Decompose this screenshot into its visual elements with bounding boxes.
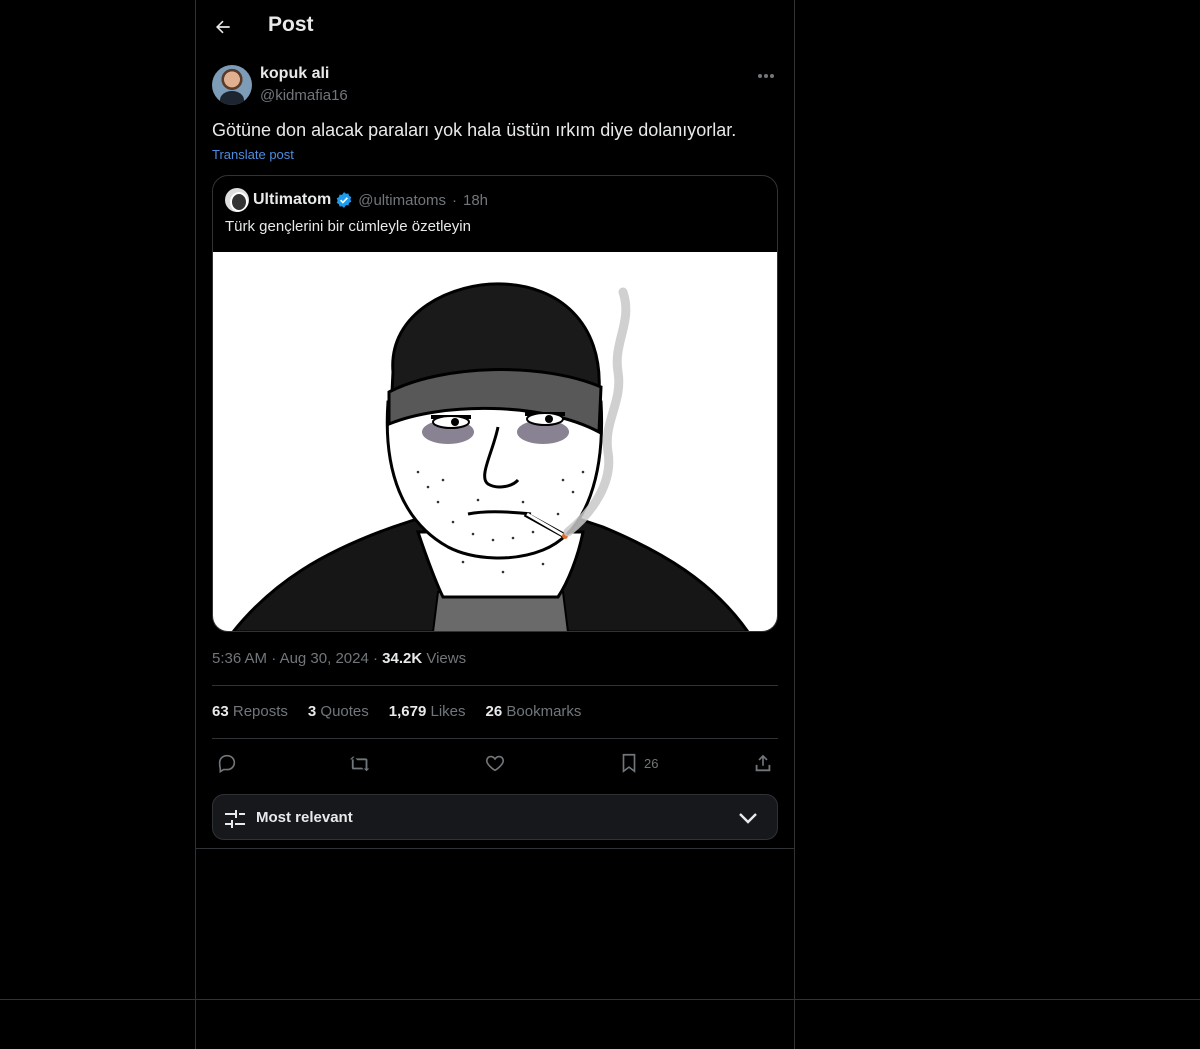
author-name[interactable]: kopuk ali [260, 65, 329, 83]
reply-icon [218, 754, 236, 774]
section-divider [195, 848, 795, 849]
divider [212, 738, 778, 739]
action-bar: 26 [212, 748, 778, 778]
stat-number: 3 [307, 703, 317, 720]
page-title: Post [268, 13, 314, 36]
like-button[interactable] [484, 748, 506, 778]
author-handle[interactable]: @kidmafia16 [260, 87, 348, 104]
stat-label: Quotes [320, 703, 369, 720]
quoted-author-name[interactable]: Ultimatom [253, 191, 331, 209]
more-options-button[interactable] [754, 64, 778, 88]
bookmarks-stat[interactable]: 26 Bookmarks [486, 703, 582, 720]
bookmark-count: 26 [644, 755, 659, 771]
quoted-timestamp[interactable]: 18h [463, 192, 488, 209]
divider [212, 685, 778, 686]
post-date[interactable]: Aug 30, 2024 [280, 650, 369, 667]
back-arrow-icon [216, 20, 230, 34]
bookmark-icon [622, 753, 636, 773]
reply-button[interactable] [216, 748, 238, 778]
share-button[interactable] [752, 748, 774, 778]
page-header: Post [196, 0, 794, 54]
reposts-stat[interactable]: 63 Reposts [212, 703, 288, 720]
sort-label: Most relevant [256, 809, 353, 826]
chevron-down-icon [739, 813, 757, 824]
filter-sliders-icon [225, 810, 245, 828]
stat-label: Bookmarks [506, 703, 582, 720]
heart-icon [485, 755, 505, 772]
share-icon [755, 754, 771, 772]
post-text: Götüne don alacak paraları yok hala üstü… [212, 120, 737, 140]
quoted-author-handle[interactable]: @ultimatoms [358, 192, 446, 209]
quoted-post-header: Ultimatom @ultimatoms · 18h [225, 188, 488, 212]
post-meta: 5:36 AM · Aug 30, 2024 · 34.2K Views [212, 650, 466, 667]
quoted-post-image[interactable] [213, 252, 777, 631]
stat-number: 26 [485, 703, 503, 720]
post-stats: 63 Reposts 3 Quotes 1,679 Likes 26 Bookm… [212, 703, 581, 720]
back-button[interactable] [208, 11, 238, 43]
repost-button[interactable] [350, 748, 372, 778]
quoted-post[interactable]: Ultimatom @ultimatoms · 18h Türk gençler… [212, 175, 778, 632]
likes-stat[interactable]: 1,679 Likes [389, 703, 466, 720]
bookmark-button[interactable]: 26 [618, 748, 658, 778]
more-icon [758, 74, 774, 78]
avatar[interactable] [212, 65, 252, 105]
separator-dot: · [451, 191, 457, 209]
doomer-wojak-illustration [231, 282, 750, 631]
quotes-stat[interactable]: 3 Quotes [308, 703, 369, 720]
quoted-post-text: Türk gençlerini bir cümleyle özetleyin [225, 218, 471, 235]
bottom-divider [0, 999, 1200, 1000]
views-count: 34.2K [382, 650, 423, 667]
post-author: kopuk ali @kidmafia16 [212, 64, 778, 108]
quoted-avatar[interactable] [225, 188, 249, 212]
stat-label: Reposts [232, 703, 288, 720]
verified-badge-icon [336, 192, 352, 208]
translate-post-link[interactable]: Translate post [212, 147, 294, 162]
repost-icon [350, 756, 370, 772]
stat-number: 1,679 [388, 703, 427, 720]
stat-number: 63 [212, 703, 229, 720]
post-time[interactable]: 5:36 AM [212, 650, 267, 667]
stat-label: Likes [430, 703, 466, 720]
reply-sort-dropdown[interactable]: Most relevant [212, 794, 778, 840]
views-label: Views [426, 650, 467, 667]
